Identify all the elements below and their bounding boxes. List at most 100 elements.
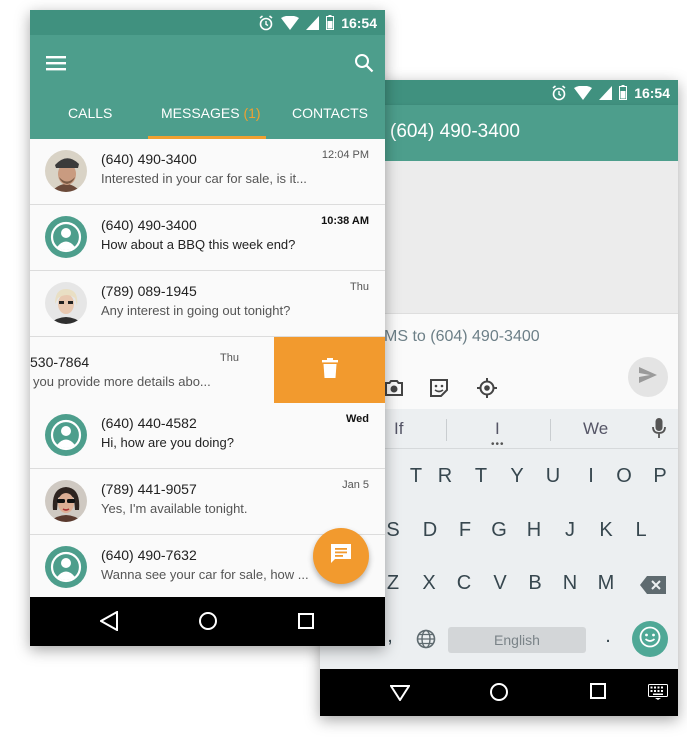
key[interactable]: K [592,519,620,542]
message-preview: you provide more details abo... [33,374,211,389]
recents-nav-icon[interactable] [590,683,606,704]
back-nav-icon[interactable] [98,610,118,636]
sender-number: (640) 490-3400 [101,151,197,167]
tab-contacts[interactable]: CONTACTS [292,105,368,121]
more-suggestions-dots[interactable]: ••• [491,439,505,450]
key[interactable]: M [592,572,620,595]
key[interactable]: V [486,572,514,595]
message-preview: Wanna see your car for sale, how ... [101,567,309,582]
navigation-bar [30,597,385,646]
unread-badge: (1) [243,105,261,121]
key[interactable]: P [646,465,674,488]
recents-nav-icon[interactable] [298,613,314,634]
microphone-icon[interactable] [652,418,666,445]
message-row[interactable]: (640) 440-4582 Hi, how are you doing? We… [30,403,385,469]
key[interactable]: J [556,519,584,542]
sender-number: (789) 441-9057 [101,481,197,497]
cell-signal-icon [306,15,320,30]
key[interactable]: Y [503,465,531,488]
person-icon [45,419,87,456]
send-icon [639,366,657,388]
avatar [45,150,87,192]
wifi-icon [281,15,300,30]
avatar [45,216,87,258]
menu-icon[interactable] [46,55,66,71]
home-nav-icon[interactable] [198,611,218,636]
wifi-icon [574,85,593,100]
period-key[interactable]: . [594,625,622,648]
key[interactable]: F [451,519,479,542]
message-row-swiped[interactable]: 530-7864 you provide more details abo...… [30,337,385,403]
conversation-title: (604) 490-3400 [390,121,520,142]
emoji-icon [639,626,661,653]
message-time: 12:04 PM [321,149,369,161]
sender-number: (640) 490-3400 [101,217,197,233]
suggestion-divider [446,419,447,441]
alarm-icon [551,84,567,101]
new-message-button[interactable] [313,528,369,584]
status-time: 16:54 [341,14,377,31]
key[interactable]: T [402,465,430,488]
chat-icon [330,543,352,570]
trash-icon [321,357,338,383]
key[interactable]: X [415,572,443,595]
key[interactable]: U [539,465,567,488]
compose-input[interactable]: MS to (604) 490-3400 [384,328,540,346]
key[interactable]: D [416,519,444,542]
key[interactable]: G [485,519,513,542]
message-time: Thu [350,281,369,293]
avatar [45,414,87,456]
message-row[interactable]: (789) 441-9057 Yes, I'm available tonigh… [30,469,385,535]
suggestion-2[interactable]: I [495,419,500,439]
tab-messages[interactable]: MESSAGES (1) [161,105,261,121]
key[interactable]: R [431,465,459,488]
emoji-button[interactable] [632,621,668,657]
status-time: 16:54 [634,84,670,101]
battery-icon [619,85,628,100]
key[interactable]: I [577,465,605,488]
tab-calls[interactable]: CALLS [68,105,112,121]
sender-number: (640) 440-4582 [101,415,197,431]
message-row[interactable]: (789) 089-1945 Any interest in going out… [30,271,385,337]
tab-messages-label: MESSAGES [161,105,240,121]
delete-button[interactable] [274,337,385,403]
avatar [45,546,87,588]
key[interactable]: L [627,519,655,542]
key[interactable]: H [520,519,548,542]
person-icon [45,221,87,258]
backspace-icon[interactable] [640,576,666,599]
key[interactable]: T [467,465,495,488]
home-nav-icon[interactable] [489,682,509,707]
camera-icon[interactable] [382,376,406,400]
key[interactable]: C [450,572,478,595]
back-nav-icon[interactable] [389,685,411,706]
cell-signal-icon [599,85,613,100]
key[interactable]: N [556,572,584,595]
location-icon[interactable] [475,376,499,400]
suggestion-1[interactable]: If [394,419,403,439]
space-bar[interactable]: English [448,627,586,653]
messages-app-bar: CALLS MESSAGES (1) CONTACTS [30,35,385,139]
message-row[interactable]: (640) 490-3400 Interested in your car fo… [30,139,385,205]
message-time: Thu [220,352,239,364]
suggestion-3[interactable]: We [583,419,608,439]
navigation-bar [320,669,678,716]
avatar [45,282,87,324]
swiped-row-content[interactable]: 530-7864 you provide more details abo...… [30,337,274,403]
message-preview: Yes, I'm available tonight. [101,501,248,516]
keyboard-switch-icon[interactable] [648,684,668,705]
search-icon[interactable] [354,53,374,73]
key[interactable]: O [610,465,638,488]
person-icon [45,551,87,588]
sender-number: (640) 490-7632 [101,547,197,563]
key[interactable]: B [521,572,549,595]
message-time: Wed [345,413,369,425]
sticker-icon[interactable] [427,376,451,400]
avatar [45,480,87,522]
sender-number: 530-7864 [30,354,90,370]
send-button[interactable] [628,357,668,397]
message-row[interactable]: (640) 490-3400 How about a BBQ this week… [30,205,385,271]
globe-icon[interactable] [416,629,436,654]
suggestion-divider [550,419,551,441]
battery-icon [326,15,335,30]
